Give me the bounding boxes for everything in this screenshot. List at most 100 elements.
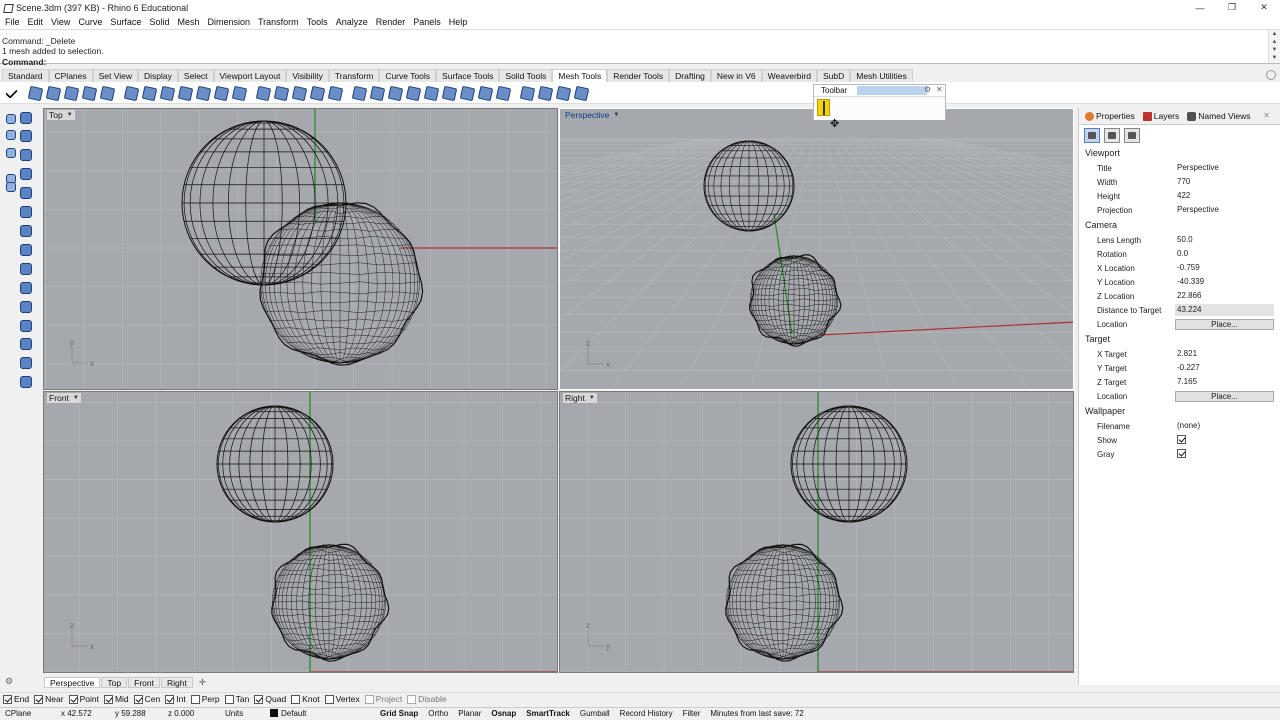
chevron-down-icon[interactable]: ▼ (67, 110, 73, 120)
osnap-cen[interactable]: Cen (133, 694, 160, 704)
viewport-canvas-top[interactable]: xy (44, 109, 558, 390)
menu-curve[interactable]: Curve (75, 17, 105, 27)
checkbox[interactable] (103, 694, 113, 704)
checkbox[interactable] (324, 694, 334, 704)
menu-view[interactable]: View (48, 17, 73, 27)
osnap-vertex[interactable]: Vertex (324, 694, 360, 704)
panel-tab-named-views[interactable]: Named Views (1185, 111, 1256, 121)
rectangle-icon[interactable] (18, 147, 32, 161)
checkbox[interactable] (1177, 435, 1186, 445)
tab-subd[interactable]: SubD (816, 69, 851, 82)
tab-surface-tools[interactable]: Surface Tools (436, 69, 500, 82)
property-value[interactable]: -0.227 (1175, 362, 1274, 374)
floating-toolbar-header[interactable]: Toolbar ⚙ ✕ (814, 85, 945, 96)
mesh-fill-holes-icon[interactable] (177, 85, 193, 101)
status-planar[interactable]: Planar (453, 708, 486, 720)
mesh-hexagon-icon[interactable] (555, 85, 571, 101)
tab-curve-tools[interactable]: Curve Tools (379, 69, 437, 82)
cylinder-icon[interactable] (18, 299, 32, 313)
property-value[interactable]: 2.821 (1175, 348, 1274, 360)
checkbox[interactable] (3, 694, 12, 704)
menu-analyze[interactable]: Analyze (333, 17, 371, 27)
osnap-quad[interactable]: Quad (254, 694, 286, 704)
osnap-point[interactable]: Point (68, 694, 99, 704)
panel-close-icon[interactable]: ✕ (1261, 111, 1276, 120)
osnap-end[interactable]: End (3, 694, 29, 704)
checkbox[interactable] (34, 694, 44, 704)
menu-solid[interactable]: Solid (146, 17, 172, 27)
menu-dimension[interactable]: Dimension (204, 17, 253, 27)
mesh-triangulate-icon[interactable] (423, 85, 439, 101)
curve-icon[interactable] (4, 128, 18, 142)
place-button[interactable]: Place... (1175, 390, 1274, 402)
menu-edit[interactable]: Edit (25, 17, 47, 27)
viewport-right[interactable]: Right ▼ yz (559, 391, 1074, 673)
checkbox[interactable] (407, 694, 417, 704)
menu-render[interactable]: Render (373, 17, 409, 27)
viewport-canvas-perspective[interactable]: xz (560, 109, 1074, 390)
mesh-numbers-icon[interactable] (519, 85, 535, 101)
viewport-canvas-right[interactable]: yz (560, 392, 1074, 673)
tab-display[interactable]: Display (138, 69, 178, 82)
viewport-tab-front[interactable]: Front (128, 676, 160, 688)
menu-surface[interactable]: Surface (107, 17, 144, 27)
checkbox[interactable] (68, 694, 78, 704)
property-value[interactable]: 0.0 (1175, 248, 1274, 260)
property-value[interactable]: 50.0 (1175, 234, 1274, 246)
tab-select[interactable]: Select (177, 69, 214, 82)
floating-toolbar-drag-area[interactable] (857, 86, 927, 95)
mesh-cylinder-icon[interactable] (351, 85, 367, 101)
menu-mesh[interactable]: Mesh (174, 17, 202, 27)
sphere-icon[interactable] (18, 280, 32, 294)
chevron-down-icon[interactable]: ▼ (589, 393, 595, 403)
mesh-cursor-icon[interactable] (27, 85, 43, 101)
cone-icon[interactable] (18, 318, 32, 332)
circle-icon[interactable] (18, 166, 32, 180)
tab-standard[interactable]: Standard (2, 69, 49, 82)
minimize-button[interactable]: — (1184, 0, 1216, 15)
mesh-patch-icon[interactable] (81, 85, 97, 101)
ellipse-icon[interactable] (18, 185, 32, 199)
osnap-int[interactable]: Int (165, 694, 186, 704)
check-icon[interactable] (3, 85, 19, 101)
viewport-title-top[interactable]: Top ▼ (47, 110, 75, 120)
torus-icon[interactable] (18, 336, 32, 350)
mesh-torus-icon[interactable] (387, 85, 403, 101)
viewport-title-perspective[interactable]: Perspective ▼ (563, 110, 621, 120)
mesh-edge-icon[interactable] (495, 85, 511, 101)
surface-icon[interactable] (18, 223, 32, 237)
arc-icon[interactable] (18, 128, 32, 142)
checkbox[interactable] (254, 694, 264, 704)
checkbox[interactable] (165, 694, 175, 704)
mesh-swap-edge-icon[interactable] (477, 85, 493, 101)
extrude-icon[interactable] (18, 242, 32, 256)
osnap-perp[interactable]: Perp (190, 694, 220, 704)
chevron-down-icon[interactable]: ▼ (613, 110, 619, 120)
property-value[interactable]: 43.224 (1175, 304, 1274, 316)
property-value[interactable]: 770 (1175, 176, 1274, 188)
status-layer[interactable]: Default (265, 708, 375, 720)
command-scrollbar[interactable]: ▲ ▲ ▼ ▼ (1268, 30, 1280, 63)
viewport-display-icon[interactable] (1104, 127, 1120, 143)
status-cplane[interactable]: CPlane (0, 708, 56, 720)
mesh-quadrangulate-icon[interactable] (441, 85, 457, 101)
status-grid-snap[interactable]: Grid Snap (375, 708, 423, 720)
mesh-box-icon[interactable] (309, 85, 325, 101)
text-icon[interactable] (4, 146, 18, 160)
menu-file[interactable]: File (2, 17, 23, 27)
viewport-tab-perspective[interactable]: Perspective (44, 676, 101, 688)
projection-select[interactable]: Perspective (1175, 204, 1274, 216)
viewport-title-front[interactable]: Front ▼ (47, 393, 81, 403)
viewport-front[interactable]: Front ▼ xz (43, 391, 558, 673)
viewport-perspective[interactable]: Perspective ▼ xz (559, 108, 1074, 390)
tab-mesh-utilities[interactable]: Mesh Utilities (850, 69, 913, 82)
command-prompt[interactable]: Command: (0, 57, 1280, 67)
viewport-canvas-front[interactable]: xz (44, 392, 558, 673)
chevron-down-icon[interactable]: ▼ (73, 393, 79, 403)
mesh-boolean-icon[interactable] (273, 85, 289, 101)
viewport-camera-icon[interactable] (1084, 127, 1100, 143)
box-icon[interactable] (18, 261, 32, 275)
property-value[interactable]: 7.165 (1175, 376, 1274, 388)
property-value[interactable]: -40.339 (1175, 276, 1274, 288)
floating-toolbar[interactable]: Toolbar ⚙ ✕ (813, 84, 946, 120)
